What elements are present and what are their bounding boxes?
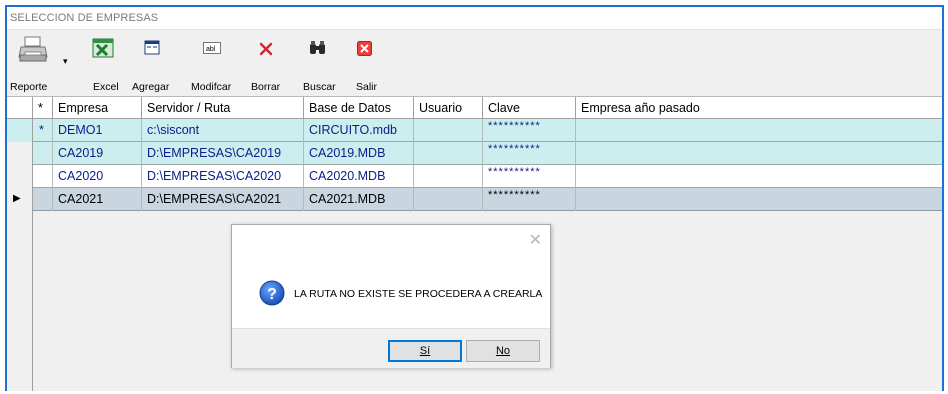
agregar-label: Agregar bbox=[132, 81, 170, 93]
dropdown-arrow-icon[interactable]: ▾ bbox=[63, 56, 68, 67]
cell-anio-pasado[interactable] bbox=[576, 142, 942, 165]
message-dialog: ✕ ? LA RUTA NO EXISTE SE PROCEDERA A CRE… bbox=[231, 224, 551, 368]
header-clave[interactable]: Clave bbox=[483, 97, 576, 119]
modificar-label: Modifcar bbox=[191, 81, 232, 93]
cell-base-datos[interactable]: CA2019.MDB bbox=[304, 142, 414, 165]
table-row[interactable]: CA2020 D:\EMPRESAS\CA2020 CA2020.MDB ***… bbox=[7, 165, 942, 188]
dialog-footer: Sí No bbox=[232, 328, 550, 368]
header-empresa[interactable]: Empresa bbox=[53, 97, 142, 119]
cell-ruta[interactable]: c:\siscont bbox=[142, 119, 304, 142]
borrar-label: Borrar bbox=[251, 81, 281, 93]
reporte-label: Reporte bbox=[10, 81, 48, 93]
row-new-marker bbox=[33, 142, 53, 165]
grid-header: * Empresa Servidor / Ruta Base de Datos … bbox=[7, 97, 942, 119]
header-marker: * bbox=[33, 97, 53, 119]
cell-clave[interactable]: ********** bbox=[483, 119, 576, 142]
modificar-button[interactable]: abl Modifcar bbox=[181, 34, 239, 93]
app-window: SELECCION DE EMPRESAS Reporte ▾ Excel Ag… bbox=[0, 0, 948, 394]
cell-usuario[interactable] bbox=[414, 165, 483, 188]
cell-ruta[interactable]: D:\EMPRESAS\CA2021 bbox=[142, 188, 304, 211]
delete-x-icon bbox=[259, 42, 273, 56]
no-button-label: No bbox=[495, 345, 511, 357]
cell-usuario[interactable] bbox=[414, 142, 483, 165]
row-new-marker bbox=[33, 188, 53, 211]
cell-base-datos[interactable]: CA2020.MDB bbox=[304, 165, 414, 188]
title-bar: SELECCION DE EMPRESAS bbox=[7, 7, 942, 30]
row-marker bbox=[7, 142, 33, 165]
header-base-datos[interactable]: Base de Datos bbox=[304, 97, 414, 119]
cell-anio-pasado[interactable] bbox=[576, 119, 942, 142]
no-button[interactable]: No bbox=[466, 340, 540, 362]
row-new-marker bbox=[33, 165, 53, 188]
svg-text:abl: abl bbox=[206, 46, 216, 53]
row-marker bbox=[7, 119, 33, 142]
cell-usuario[interactable] bbox=[414, 119, 483, 142]
reporte-button[interactable]: Reporte bbox=[7, 34, 59, 93]
cell-ruta[interactable]: D:\EMPRESAS\CA2019 bbox=[142, 142, 304, 165]
table-row[interactable]: CA2019 D:\EMPRESAS\CA2019 CA2019.MDB ***… bbox=[7, 142, 942, 165]
window-title: SELECCION DE EMPRESAS bbox=[10, 12, 159, 24]
cell-base-datos[interactable]: CIRCUITO.mdb bbox=[304, 119, 414, 142]
cell-anio-pasado[interactable] bbox=[576, 165, 942, 188]
toolbar: Reporte ▾ Excel Agregar abl Modifcar Bor… bbox=[7, 30, 942, 96]
cell-empresa[interactable]: CA2019 bbox=[53, 142, 142, 165]
salir-label: Salir bbox=[356, 81, 378, 93]
printer-icon bbox=[18, 36, 48, 62]
row-header-divider bbox=[32, 211, 33, 391]
edit-field-icon: abl bbox=[203, 42, 221, 54]
salir-button[interactable]: Salir bbox=[343, 34, 378, 93]
table-row-selected[interactable]: ▶ CA2021 D:\EMPRESAS\CA2021 CA2021.MDB *… bbox=[7, 188, 942, 211]
buscar-label: Buscar bbox=[303, 81, 336, 93]
table-row[interactable]: * DEMO1 c:\siscont CIRCUITO.mdb ********… bbox=[7, 119, 942, 142]
excel-label: Excel bbox=[93, 81, 119, 93]
cell-base-datos[interactable]: CA2021.MDB bbox=[304, 188, 414, 211]
yes-button[interactable]: Sí bbox=[388, 340, 462, 362]
cell-anio-pasado[interactable] bbox=[576, 188, 942, 211]
header-usuario[interactable]: Usuario bbox=[414, 97, 483, 119]
cell-empresa[interactable]: CA2021 bbox=[53, 188, 142, 211]
borrar-button[interactable]: Borrar bbox=[243, 34, 285, 93]
cell-empresa[interactable]: CA2020 bbox=[53, 165, 142, 188]
cell-empresa[interactable]: DEMO1 bbox=[53, 119, 142, 142]
add-form-icon bbox=[144, 40, 160, 55]
cell-usuario[interactable] bbox=[414, 188, 483, 211]
current-row-indicator-icon: ▶ bbox=[7, 188, 33, 211]
agregar-button[interactable]: Agregar bbox=[129, 34, 177, 93]
header-empresa-anio-pasado[interactable]: Empresa año pasado bbox=[576, 97, 942, 119]
excel-button[interactable]: Excel bbox=[83, 34, 123, 93]
cell-ruta[interactable]: D:\EMPRESAS\CA2020 bbox=[142, 165, 304, 188]
row-new-marker: * bbox=[33, 119, 53, 142]
row-marker bbox=[7, 165, 33, 188]
yes-button-label: Sí bbox=[419, 345, 431, 357]
exit-icon bbox=[357, 41, 372, 56]
header-servidor-ruta[interactable]: Servidor / Ruta bbox=[142, 97, 304, 119]
excel-icon bbox=[92, 38, 114, 58]
cell-clave[interactable]: ********** bbox=[483, 165, 576, 188]
close-icon[interactable]: ✕ bbox=[529, 230, 542, 250]
svg-text:?: ? bbox=[267, 286, 277, 303]
binoculars-icon bbox=[310, 41, 325, 54]
dialog-message: LA RUTA NO EXISTE SE PROCEDERA A CREARLA bbox=[294, 288, 543, 300]
header-row-selector bbox=[7, 97, 33, 119]
cell-clave[interactable]: ********** bbox=[483, 142, 576, 165]
question-icon: ? bbox=[259, 280, 285, 306]
buscar-button[interactable]: Buscar bbox=[297, 34, 339, 93]
cell-clave[interactable]: ********** bbox=[483, 188, 576, 211]
